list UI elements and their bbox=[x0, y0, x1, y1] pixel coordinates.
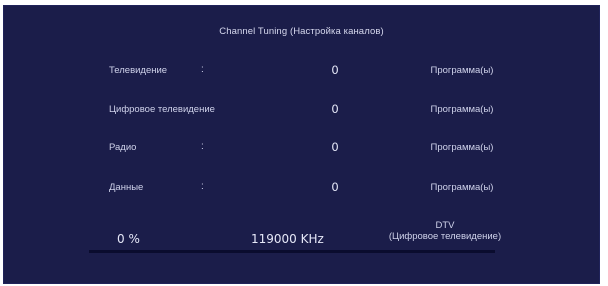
channel-tuning-screen: Channel Tuning (Настройка каналов) Телев… bbox=[3, 5, 600, 284]
row-colon: : bbox=[201, 141, 204, 152]
row-colon: : bbox=[201, 64, 204, 75]
row-unit: Программа(ы) bbox=[430, 142, 494, 153]
row-unit: Программа(ы) bbox=[430, 182, 494, 193]
row-label: Данные bbox=[109, 182, 144, 193]
row-colon: : bbox=[201, 181, 204, 192]
row-count: 0 bbox=[331, 140, 339, 154]
row-television: Телевидение : 0 Программа(ы) bbox=[3, 62, 600, 82]
row-label: Радио bbox=[109, 142, 137, 153]
progress-bar bbox=[89, 250, 495, 253]
scan-mode: DTV (Цифровое телевидение) bbox=[383, 220, 507, 242]
row-unit: Программа(ы) bbox=[430, 104, 494, 115]
row-count: 0 bbox=[331, 102, 339, 116]
scan-status: 0 % 119000 KHz DTV (Цифровое телевидение… bbox=[3, 220, 600, 260]
scan-frequency: 119000 KHz bbox=[251, 232, 324, 246]
row-count: 0 bbox=[331, 180, 339, 194]
row-count: 0 bbox=[331, 63, 339, 77]
row-digital-television: Цифровое телевидение 0 Программа(ы) bbox=[3, 101, 600, 121]
row-radio: Радио : 0 Программа(ы) bbox=[3, 139, 600, 159]
row-label: Цифровое телевидение bbox=[109, 104, 215, 115]
row-unit: Программа(ы) bbox=[430, 65, 494, 76]
page-title: Channel Tuning (Настройка каналов) bbox=[219, 26, 384, 37]
progress-percent: 0 % bbox=[117, 232, 140, 246]
scan-mode-type: DTV bbox=[435, 220, 455, 231]
row-data: Данные : 0 Программа(ы) bbox=[3, 179, 600, 199]
scan-mode-description: (Цифровое телевидение) bbox=[388, 231, 502, 242]
row-label: Телевидение bbox=[109, 65, 168, 76]
